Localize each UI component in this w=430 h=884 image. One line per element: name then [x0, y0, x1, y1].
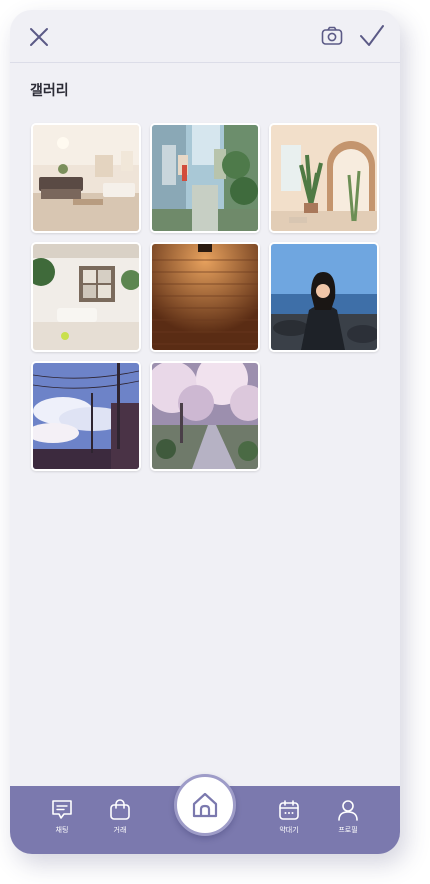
nav-item-chat[interactable]: 채팅 [40, 798, 84, 846]
camera-icon[interactable] [320, 24, 344, 48]
close-icon[interactable] [26, 24, 52, 50]
nav-label-chat: 채팅 [55, 826, 69, 834]
calendar-icon [279, 800, 299, 820]
photo-interior-lounge[interactable] [31, 123, 141, 233]
photo-sky-powerlines[interactable] [31, 361, 141, 471]
photo-cherry-blossom-street[interactable] [150, 361, 260, 471]
nav-item-trade[interactable]: 거래 [98, 798, 142, 846]
check-icon[interactable] [358, 23, 386, 49]
shopping-bag-icon [110, 799, 130, 820]
nav-label-trade: 거래 [113, 826, 127, 834]
top-bar [10, 10, 400, 63]
photo-alley-street[interactable] [150, 123, 260, 233]
photo-white-room-window[interactable] [31, 242, 141, 352]
home-button[interactable] [174, 774, 236, 836]
home-icon [192, 792, 218, 818]
photo-arched-doorway-plant[interactable] [269, 123, 379, 233]
nav-label-calendar: 약대기 [279, 826, 299, 834]
photo-brick-wall-light[interactable] [150, 242, 260, 352]
nav-label-profile: 프로필 [338, 826, 358, 834]
user-icon [338, 800, 358, 821]
nav-item-calendar[interactable]: 약대기 [267, 798, 311, 846]
photo-woman-seaside[interactable] [269, 242, 379, 352]
page-title: 갤러리 [30, 83, 69, 99]
nav-item-profile[interactable]: 프로필 [326, 798, 370, 846]
phone-screen: 갤러리 채팅 거래 약대기 프로필 [10, 10, 400, 854]
chat-icon [52, 800, 72, 819]
